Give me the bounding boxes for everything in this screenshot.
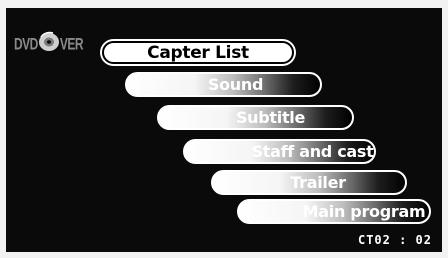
menu-item-sound[interactable]: Sound: [125, 72, 322, 97]
menu-item-subtitle[interactable]: Subtitle: [157, 105, 354, 130]
dvd-logo: DVD VER: [14, 29, 84, 59]
disc-icon: [38, 31, 59, 51]
logo-text-right: VER: [59, 34, 84, 54]
frame-right: [442, 0, 448, 258]
menu-label-sound: Sound: [207, 75, 264, 94]
menu-item-main-program[interactable]: Main program: [237, 199, 431, 224]
dvd-menu-screen: DVD VER Capter List Sound Subtitle Staff…: [0, 0, 448, 258]
frame-bottom: [0, 252, 448, 258]
menu-label-trailer: Trailer: [290, 173, 346, 192]
frame-left: [0, 0, 6, 258]
menu-label-main-program: Main program: [302, 202, 426, 221]
menu-item-staff-and-cast[interactable]: Staff and cast: [183, 139, 376, 164]
menu-label-chapter-list: Capter List: [147, 42, 249, 63]
frame-top: [0, 0, 448, 8]
menu-label-subtitle: Subtitle: [235, 108, 306, 127]
menu-label-staff-and-cast: Staff and cast: [251, 142, 374, 161]
menu-item-chapter-list[interactable]: Capter List: [102, 41, 294, 64]
logo-text-left: DVD: [14, 34, 38, 54]
chapter-indicator: CT02 : 02: [357, 233, 432, 247]
menu-item-trailer[interactable]: Trailer: [211, 170, 407, 195]
